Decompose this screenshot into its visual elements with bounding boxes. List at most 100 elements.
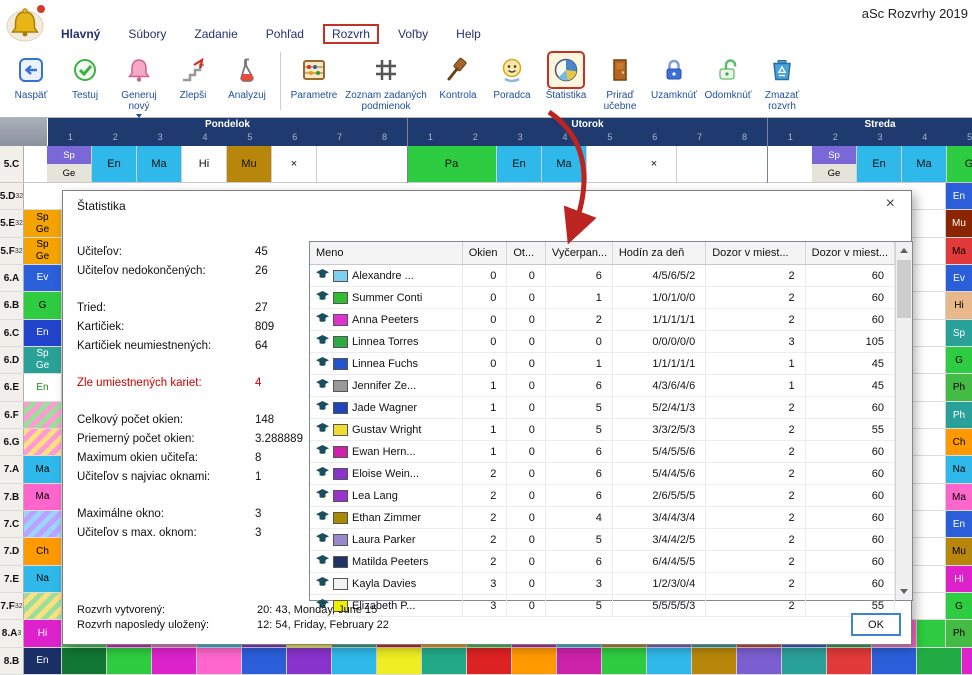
zoznam-zadanych-podmienok-button[interactable]: Zoznam zadaných podmienok [342, 51, 430, 112]
teacher-row[interactable]: Jade Wagner1055/2/4/1/3260 [310, 397, 895, 419]
scroll-down-arrow-icon[interactable] [896, 583, 912, 600]
lesson-cell[interactable] [872, 648, 917, 674]
lesson-cell[interactable]: Ma [902, 146, 947, 182]
lesson-cell[interactable]: Ph [945, 374, 972, 401]
lesson-cell[interactable] [467, 648, 512, 674]
lesson-cell[interactable]: Ch [945, 429, 972, 455]
column-header-dozor-v-miest[interactable]: Dozor v miest... [805, 242, 894, 265]
lesson-cell[interactable]: G [947, 146, 972, 182]
class-label-7-f[interactable]: 7.F32 [0, 593, 24, 619]
teacher-row[interactable]: Linnea Fuchs0011/1/1/1/1145 [310, 353, 895, 375]
teacher-row[interactable]: Gustav Wright1053/3/2/5/3255 [310, 419, 895, 441]
lesson-cell[interactable]: G [945, 593, 972, 619]
class-label-7-c[interactable]: 7.C [0, 511, 24, 537]
lesson-cell[interactable] [737, 648, 782, 674]
teacher-row[interactable]: Ewan Hern...1065/4/5/5/6260 [310, 441, 895, 463]
vertical-scrollbar[interactable] [895, 242, 912, 600]
column-header-meno[interactable]: Meno [310, 242, 462, 265]
column-header-vycerpan[interactable]: Vyčerpan... [545, 242, 612, 265]
lesson-cell[interactable]: Ph [945, 620, 972, 647]
class-label-7-e[interactable]: 7.E [0, 566, 24, 592]
teacher-row[interactable]: Laura Parker2053/4/4/2/5260 [310, 529, 895, 551]
teacher-row[interactable]: Summer Conti0011/0/1/0/0260 [310, 287, 895, 309]
lesson-cell[interactable]: Ev [24, 265, 62, 291]
teacher-row[interactable]: Kayla Davies3031/2/3/0/4260 [310, 573, 895, 595]
menu-item-subory[interactable]: Súbory [119, 24, 175, 44]
lesson-cell[interactable]: Hi [182, 146, 227, 182]
teacher-row[interactable]: Matilda Peeters2066/4/4/5/5260 [310, 551, 895, 573]
ok-button[interactable]: OK [851, 613, 901, 636]
class-label-7-d[interactable]: 7.D [0, 538, 24, 565]
lesson-cell[interactable]: Ma [24, 484, 62, 510]
class-label-8-a[interactable]: 8.A3 [0, 620, 24, 647]
lesson-cell[interactable]: Hi [24, 620, 62, 647]
menu-item-help[interactable]: Help [447, 24, 490, 44]
class-label-6-b[interactable]: 6.B [0, 292, 24, 319]
class-label-6-a[interactable]: 6.A [0, 265, 24, 291]
lesson-cell[interactable]: Na [24, 566, 62, 592]
lesson-cell[interactable]: SpGe [24, 347, 62, 373]
column-header-dozor-v-miest[interactable]: Dozor v miest... [706, 242, 805, 265]
lesson-cell[interactable] [647, 648, 692, 674]
class-label-5-e[interactable]: 5.E32 [0, 210, 24, 237]
lesson-cell[interactable]: En [92, 146, 137, 182]
lesson-cell[interactable]: Sp [945, 320, 972, 346]
class-label-5-f[interactable]: 5.F32 [0, 238, 24, 264]
lesson-cell[interactable] [827, 648, 872, 674]
lesson-cell[interactable]: × [632, 146, 677, 182]
class-label-7-a[interactable]: 7.A [0, 456, 24, 483]
lesson-cell[interactable]: SpGe [24, 238, 62, 264]
lesson-cell[interactable]: Ma [542, 146, 587, 182]
lesson-cell[interactable]: En [24, 648, 62, 674]
generuj-novy-button[interactable]: Generuj nový [113, 51, 165, 121]
teacher-row[interactable]: Jennifer Ze...1064/3/6/4/6145 [310, 375, 895, 397]
lesson-cell[interactable] [197, 648, 242, 674]
lesson-cell[interactable]: Ma [945, 484, 972, 510]
lesson-cell[interactable]: Mu [227, 146, 272, 182]
scrollbar-thumb[interactable] [897, 260, 911, 318]
lesson-cell[interactable] [782, 648, 827, 674]
class-label-5c[interactable]: 5.C [0, 146, 24, 182]
lesson-cell[interactable]: G [24, 292, 62, 319]
lesson-cell[interactable]: Ma [945, 238, 972, 264]
class-label-7-b[interactable]: 7.B [0, 484, 24, 510]
class-label-6-f[interactable]: 6.F [0, 402, 24, 428]
lesson-cell[interactable] [287, 648, 332, 674]
lesson-cell[interactable]: Ch [24, 538, 62, 565]
close-icon[interactable]: × [882, 195, 899, 213]
teacher-row[interactable]: Linnea Torres0000/0/0/0/03105 [310, 331, 895, 353]
lesson-cell[interactable]: En [24, 374, 62, 401]
column-header-okien[interactable]: Okien [462, 242, 507, 265]
parametre-button[interactable]: Parametre [288, 51, 340, 101]
analyzuj-button[interactable]: Analyzuj [221, 51, 273, 101]
lesson-cell[interactable]: G [945, 347, 972, 373]
poradca-button[interactable]: Poradca [486, 51, 538, 101]
lesson-cell[interactable] [512, 648, 557, 674]
lesson-cell[interactable] [62, 648, 107, 674]
lesson-cell[interactable] [107, 648, 152, 674]
lesson-cell[interactable]: En [857, 146, 902, 182]
class-label-6-g[interactable]: 6.G [0, 429, 24, 455]
lesson-cell[interactable]: En [497, 146, 542, 182]
lesson-cell[interactable]: SpGe [812, 146, 857, 182]
lesson-cell[interactable]: Ev [945, 265, 972, 291]
lesson-cell[interactable] [24, 511, 62, 537]
class-label-5-d[interactable]: 5.D32 [0, 183, 24, 209]
lesson-cell[interactable] [242, 648, 287, 674]
lesson-cell[interactable]: En [945, 511, 972, 537]
lesson-cell[interactable] [602, 648, 647, 674]
lesson-cell[interactable]: × [272, 146, 317, 182]
lesson-cell[interactable]: SpGe [24, 210, 62, 237]
teacher-row[interactable]: Eloise Wein...2065/4/4/5/6260 [310, 463, 895, 485]
lesson-cell[interactable]: Ma [137, 146, 182, 182]
column-header-ot[interactable]: Ot... [507, 242, 546, 265]
lesson-cell[interactable] [24, 402, 62, 428]
teacher-row[interactable]: Lea Lang2062/6/5/5/5260 [310, 485, 895, 507]
teacher-row[interactable]: Elizabeth P...3055/5/5/5/3255 [310, 595, 895, 617]
lesson-cell[interactable] [332, 648, 377, 674]
menu-item-zadanie[interactable]: Zadanie [185, 24, 246, 44]
class-label-6-e[interactable]: 6.E [0, 374, 24, 401]
lesson-cell[interactable]: Ma [24, 456, 62, 483]
lesson-cell[interactable] [422, 648, 467, 674]
lesson-cell[interactable] [557, 648, 602, 674]
